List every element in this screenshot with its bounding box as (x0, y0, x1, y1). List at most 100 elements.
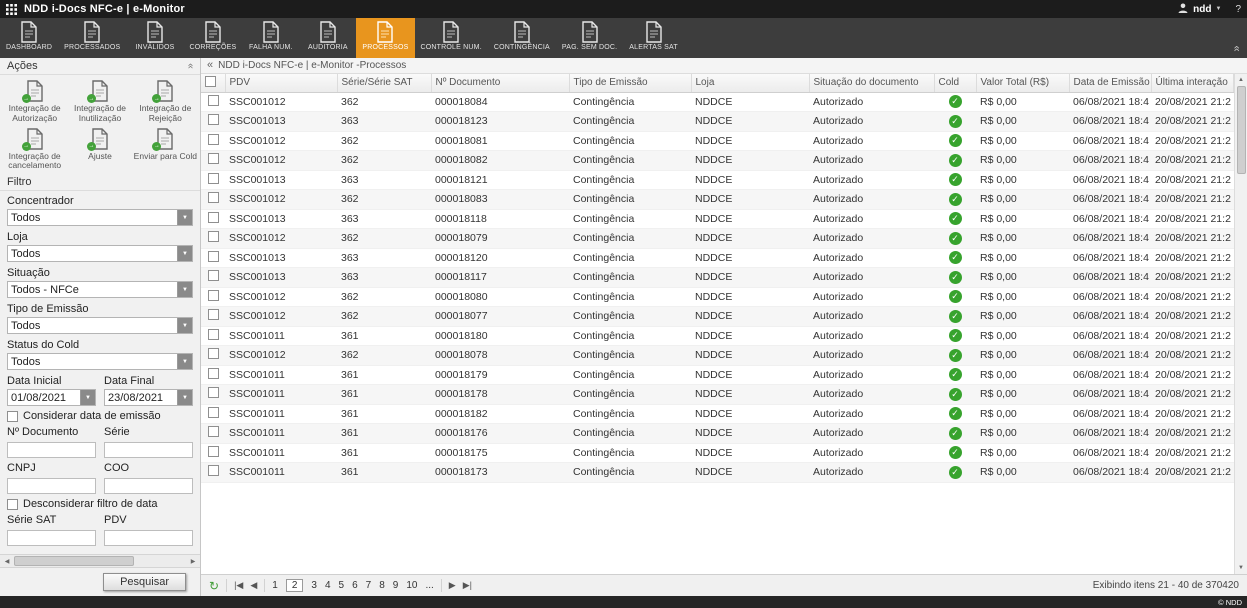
page-button-2[interactable]: 2 (286, 579, 304, 592)
tab-correcoes[interactable]: CORREÇÕES (183, 18, 242, 58)
row-checkbox[interactable] (208, 465, 219, 476)
tab-auditoria[interactable]: AUDITORIA (299, 18, 356, 58)
action-integracao-de-rejeicao[interactable]: →Integração de Rejeição (133, 78, 198, 126)
row-checkbox[interactable] (208, 329, 219, 340)
row-checkbox[interactable] (208, 231, 219, 242)
dropdown-arrow-icon[interactable]: ▼ (177, 318, 192, 333)
tab-processos[interactable]: PROCESSOS (356, 18, 414, 58)
column-header-valor-total-r[interactable]: Valor Total (R$) (976, 74, 1069, 92)
documento-input[interactable] (7, 442, 96, 458)
serie-sat-input[interactable] (7, 530, 96, 546)
table-row[interactable]: SSC001013363000018117ContingênciaNDDCEAu… (201, 268, 1234, 288)
dropdown-arrow-icon[interactable]: ▼ (177, 354, 192, 369)
row-checkbox[interactable] (208, 212, 219, 223)
tab-controle-num[interactable]: CONTROLE NUM. (415, 18, 488, 58)
dropdown-arrow-icon[interactable]: ▼ (177, 390, 192, 405)
ribbon-collapse-icon[interactable]: « (1230, 45, 1241, 51)
table-row[interactable]: SSC001012362000018078ContingênciaNDDCEAu… (201, 346, 1234, 366)
filter-loja-select[interactable]: Todos▼ (7, 245, 193, 262)
table-row[interactable]: SSC001011361000018180ContingênciaNDDCEAu… (201, 326, 1234, 346)
column-header-situacao-do-documento[interactable]: Situação do documento (809, 74, 934, 92)
column-header-serie-serie-sat[interactable]: Série/Série SAT (337, 74, 431, 92)
row-checkbox[interactable] (208, 368, 219, 379)
scroll-right-icon[interactable]: ▶ (186, 558, 200, 565)
tab-processados[interactable]: PROCESSADOS (58, 18, 126, 58)
select-all-checkbox[interactable] (205, 76, 216, 87)
table-row[interactable]: SSC001012362000018080ContingênciaNDDCEAu… (201, 287, 1234, 307)
column-header-data-de-emissao[interactable]: Data de Emissão (1069, 74, 1151, 92)
page-button-9[interactable]: 9 (393, 580, 399, 591)
table-row[interactable]: SSC001011361000018178ContingênciaNDDCEAu… (201, 385, 1234, 405)
row-checkbox[interactable] (208, 134, 219, 145)
row-checkbox[interactable] (208, 173, 219, 184)
action-integracao-de-inutilizacao[interactable]: →Integração de Inutilização (67, 78, 132, 126)
tab-dashboard[interactable]: DASHBOARD (0, 18, 58, 58)
row-checkbox[interactable] (208, 387, 219, 398)
page-button-4[interactable]: 4 (325, 580, 331, 591)
last-page-button[interactable]: ▶| (463, 581, 472, 590)
help-button[interactable]: ? (1235, 4, 1241, 15)
row-checkbox[interactable] (208, 290, 219, 301)
column-header-ultima-interacao[interactable]: Última interação (1151, 74, 1234, 92)
collapse-actions-icon[interactable]: « (185, 63, 195, 69)
tab-falha-num[interactable]: FALHA NUM. (242, 18, 299, 58)
table-row[interactable]: SSC001012362000018079ContingênciaNDDCEAu… (201, 229, 1234, 249)
action-ajuste[interactable]: →Ajuste (67, 126, 132, 174)
app-menu-grid-icon[interactable] (6, 4, 17, 15)
table-row[interactable]: SSC001012362000018077ContingênciaNDDCEAu… (201, 307, 1234, 327)
table-row[interactable]: SSC001011361000018176ContingênciaNDDCEAu… (201, 424, 1234, 444)
pdv-input[interactable] (104, 530, 193, 546)
table-row[interactable]: SSC001011361000018175ContingênciaNDDCEAu… (201, 443, 1234, 463)
scrollbar-thumb[interactable] (14, 556, 134, 566)
page-button-8[interactable]: 8 (379, 580, 385, 591)
page-button-10[interactable]: 10 (406, 580, 417, 591)
table-row[interactable]: SSC001011361000018179ContingênciaNDDCEAu… (201, 365, 1234, 385)
table-row[interactable]: SSC001013363000018123ContingênciaNDDCEAu… (201, 112, 1234, 132)
table-row[interactable]: SSC001011361000018182ContingênciaNDDCEAu… (201, 404, 1234, 424)
table-row[interactable]: SSC001011361000018173ContingênciaNDDCEAu… (201, 463, 1234, 483)
collapse-sidebar-icon[interactable]: « (207, 60, 213, 71)
row-checkbox[interactable] (208, 95, 219, 106)
consider-emission-date-checkbox[interactable]: Considerar data de emissão (7, 410, 193, 422)
row-checkbox[interactable] (208, 192, 219, 203)
table-row[interactable]: SSC001013363000018118ContingênciaNDDCEAu… (201, 209, 1234, 229)
date-final-picker[interactable]: 23/08/2021 ▼ (104, 389, 193, 406)
action-integracao-de-cancelamento[interactable]: →Integração de cancelamento (2, 126, 67, 174)
scroll-left-icon[interactable]: ◀ (0, 558, 14, 565)
tab-invalidos[interactable]: INVÁLIDOS (126, 18, 183, 58)
column-header-tipo-de-emissao[interactable]: Tipo de Emissão (569, 74, 691, 92)
table-row[interactable]: SSC001013363000018120ContingênciaNDDCEAu… (201, 248, 1234, 268)
row-checkbox[interactable] (208, 348, 219, 359)
tab-pag-sem-doc[interactable]: PAG. SEM DOC. (556, 18, 623, 58)
table-row[interactable]: SSC001012362000018084ContingênciaNDDCEAu… (201, 92, 1234, 112)
table-row[interactable]: SSC001012362000018082ContingênciaNDDCEAu… (201, 151, 1234, 171)
dropdown-arrow-icon[interactable]: ▼ (177, 246, 192, 261)
row-checkbox[interactable] (208, 426, 219, 437)
page-button-1[interactable]: 1 (272, 580, 278, 591)
row-checkbox[interactable] (208, 309, 219, 320)
coo-input[interactable] (104, 478, 193, 494)
table-row[interactable]: SSC001013363000018121ContingênciaNDDCEAu… (201, 170, 1234, 190)
scrollbar-thumb[interactable] (1237, 86, 1246, 174)
column-header-pdv[interactable]: PDV (225, 74, 337, 92)
page-button-7[interactable]: 7 (366, 580, 372, 591)
action-integracao-de-autorizacao[interactable]: →Integração de Autorização (2, 78, 67, 126)
row-checkbox[interactable] (208, 446, 219, 457)
dropdown-arrow-icon[interactable]: ▼ (80, 390, 95, 405)
next-page-button[interactable]: ▶ (449, 581, 456, 590)
page-button-5[interactable]: 5 (339, 580, 345, 591)
page-button-6[interactable]: 6 (352, 580, 358, 591)
filter-status-do-cold-select[interactable]: Todos▼ (7, 353, 193, 370)
search-button[interactable]: Pesquisar (103, 573, 186, 591)
dropdown-arrow-icon[interactable]: ▼ (177, 210, 192, 225)
table-row[interactable]: SSC001012362000018081ContingênciaNDDCEAu… (201, 131, 1234, 151)
row-checkbox[interactable] (208, 251, 219, 262)
column-header-cold[interactable]: Cold (934, 74, 976, 92)
tab-alertas-sat[interactable]: ALERTAS SAT (623, 18, 684, 58)
tab-contingencia[interactable]: CONTINGÊNCIA (488, 18, 556, 58)
table-vertical-scrollbar[interactable]: ▲ ▼ (1234, 74, 1247, 574)
prev-page-button[interactable]: ◀ (250, 581, 257, 590)
serie-input[interactable] (104, 442, 193, 458)
filter-tipo-de-emissao-select[interactable]: Todos▼ (7, 317, 193, 334)
sidebar-horizontal-scrollbar[interactable]: ◀ ▶ (0, 554, 200, 568)
